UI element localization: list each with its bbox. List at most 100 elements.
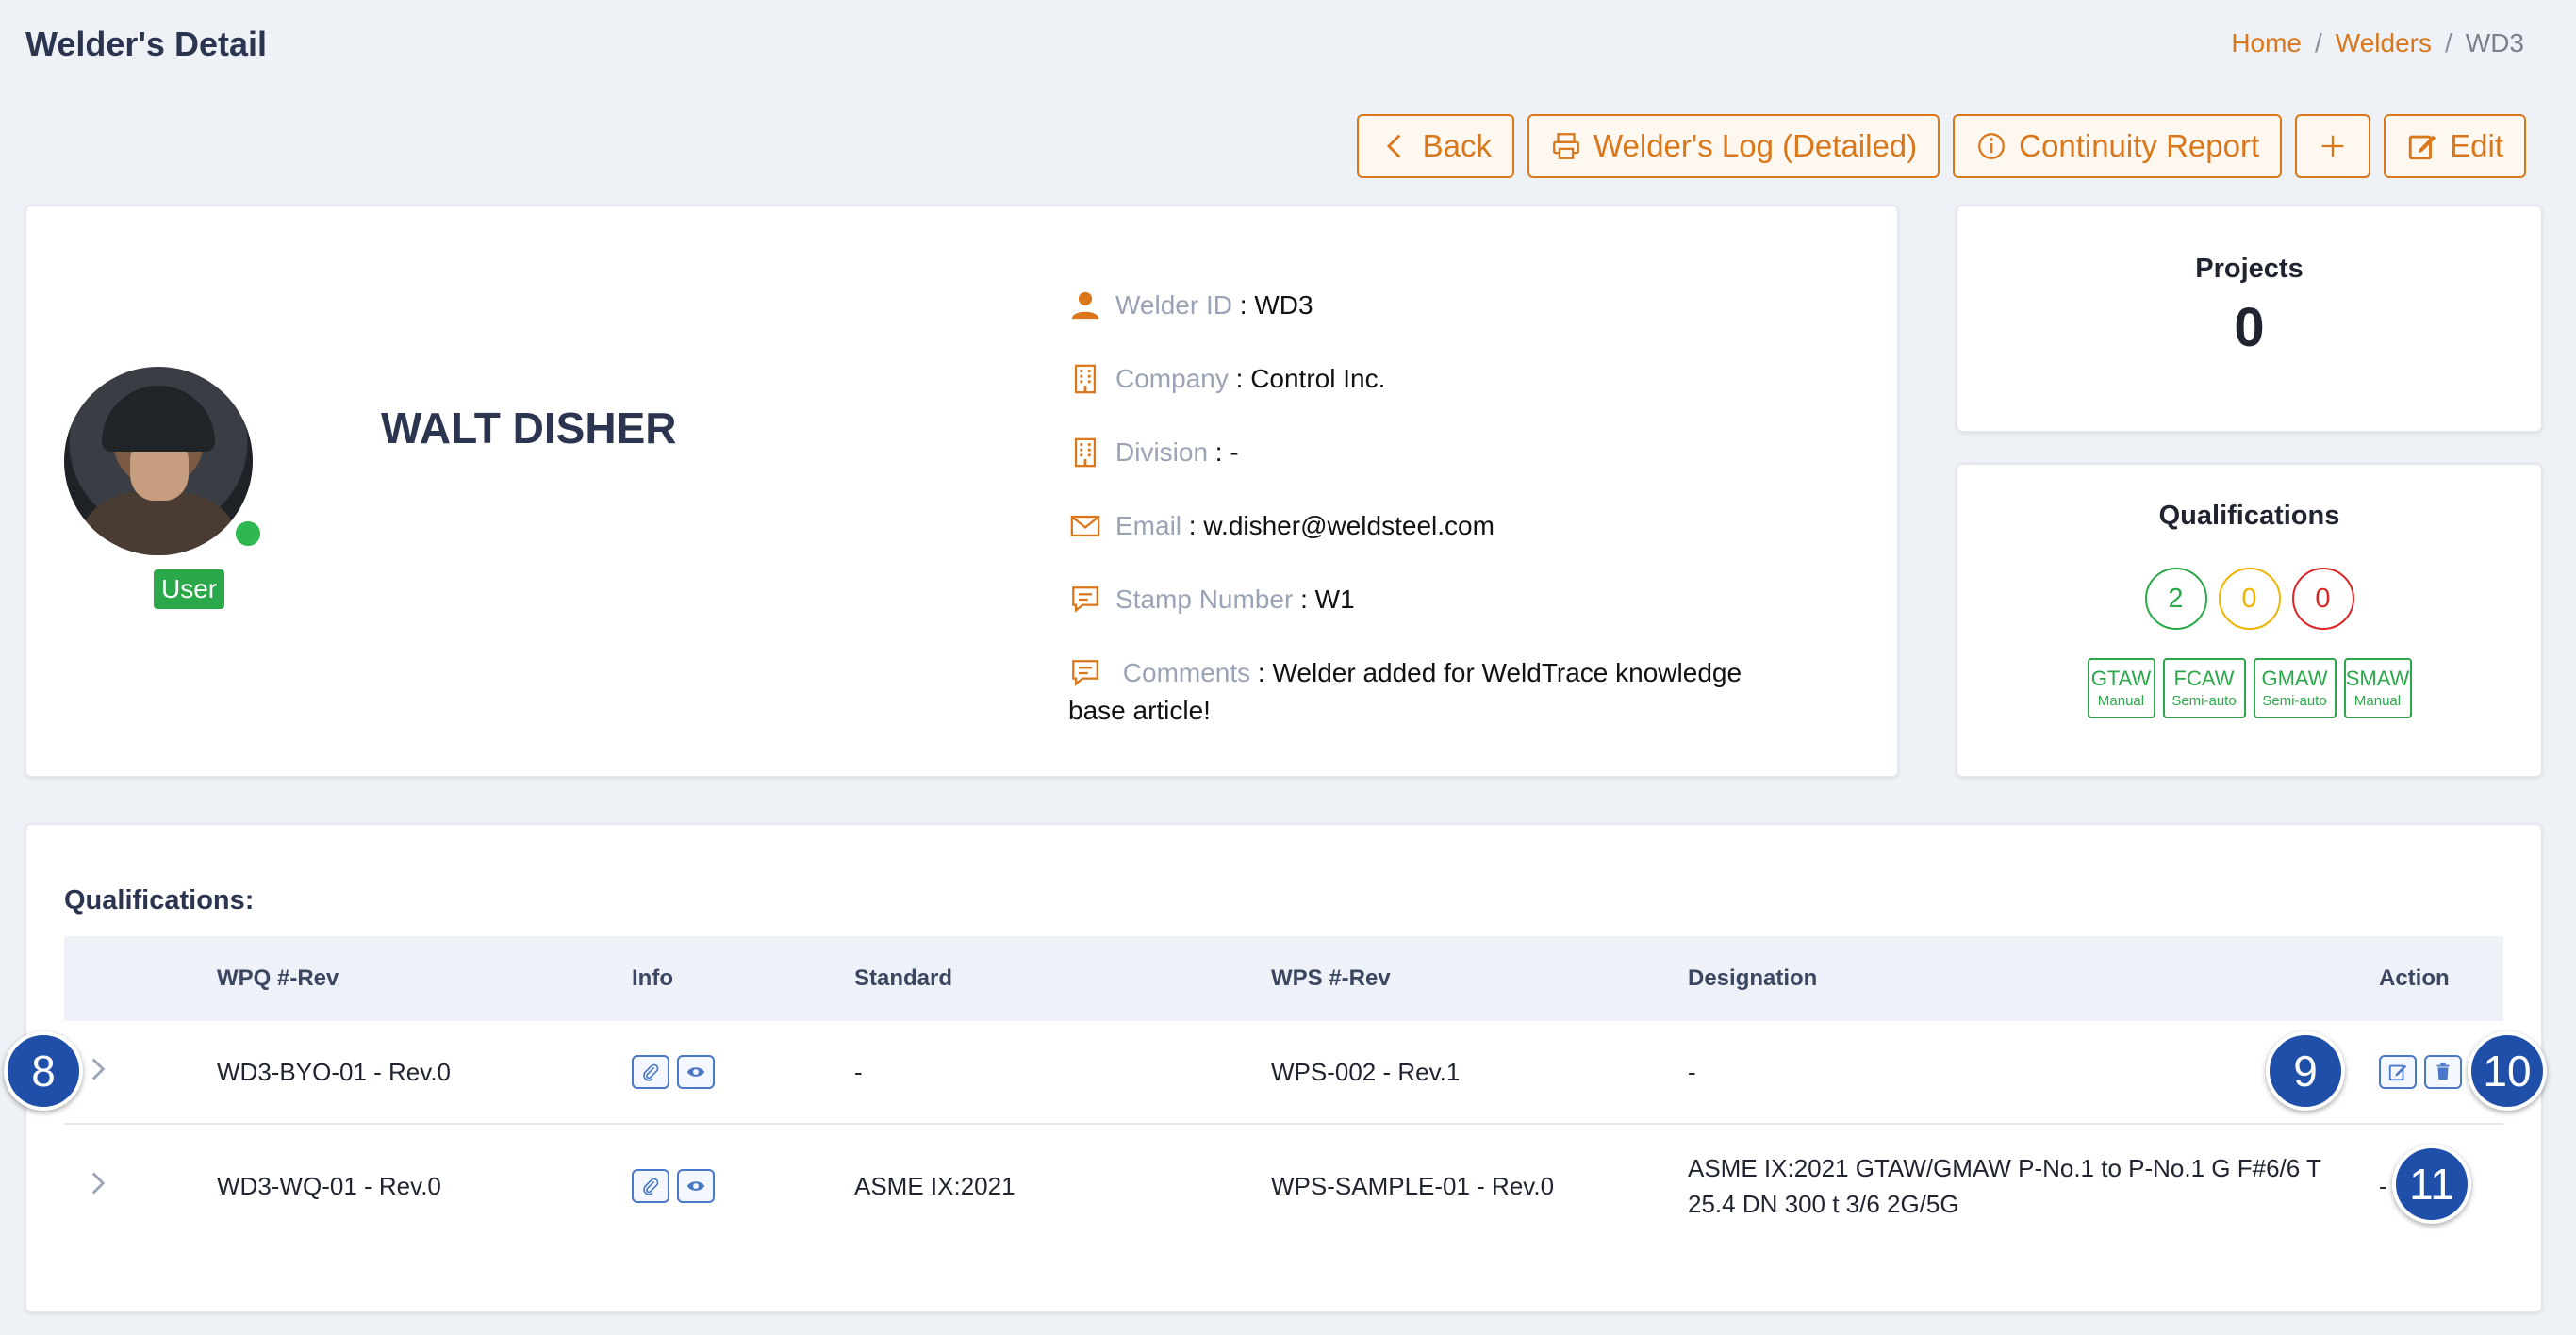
- building-icon: [1068, 360, 1102, 398]
- back-button-label: Back: [1422, 128, 1492, 163]
- info-welder-id: Welder ID : WD3: [1068, 287, 1785, 324]
- qualifications-table-card: Qualifications: WPQ #-Rev Info Standard …: [25, 824, 2542, 1312]
- view-button[interactable]: [677, 1169, 715, 1203]
- continuity-report-button[interactable]: Continuity Report: [1953, 114, 2283, 178]
- continuity-report-button-label: Continuity Report: [2019, 128, 2260, 163]
- email-label: Email: [1115, 511, 1182, 540]
- column-header-action: Action: [2379, 965, 2450, 991]
- info-cell: [632, 1055, 715, 1089]
- view-button[interactable]: [677, 1055, 715, 1089]
- expand-row-chevron-icon[interactable]: [89, 1170, 107, 1203]
- process-name: GTAW: [2090, 667, 2152, 690]
- action-cell: [2379, 1055, 2462, 1089]
- process-tag: GTAW Manual: [2087, 658, 2155, 718]
- separator: :: [1293, 585, 1315, 614]
- edit-button[interactable]: Edit: [2384, 114, 2526, 178]
- process-tags: GTAW Manual FCAW Semi-auto GMAW Semi-aut…: [1957, 658, 2541, 718]
- avatar: [64, 367, 253, 555]
- edit-row-button[interactable]: [2379, 1055, 2417, 1089]
- column-header-wpq[interactable]: WPQ #-Rev: [217, 965, 339, 992]
- back-button[interactable]: Back: [1356, 114, 1514, 178]
- annotation-marker: 10: [2468, 1031, 2547, 1111]
- eye-icon: [686, 1181, 705, 1191]
- process-tag: SMAW Manual: [2343, 658, 2412, 718]
- qualifications-title: Qualifications: [2158, 501, 2340, 531]
- wpq-cell[interactable]: WD3-WQ-01 - Rev.0: [217, 1172, 441, 1201]
- info-division: Division : -: [1068, 434, 1785, 471]
- separator: :: [1250, 658, 1273, 687]
- comment-icon: [1068, 654, 1102, 692]
- plus-icon: [2321, 135, 2344, 157]
- separator: :: [1231, 290, 1255, 320]
- chevron-left-icon: [1386, 134, 1400, 158]
- breadcrumb-separator: /: [2315, 28, 2322, 58]
- attachment-button[interactable]: [632, 1055, 669, 1089]
- annotation-marker: 9: [2266, 1031, 2345, 1111]
- column-header-wps[interactable]: WPS #-Rev: [1271, 965, 1391, 992]
- breadcrumb-home[interactable]: Home: [2231, 28, 2302, 58]
- welder-info-list: Welder ID : WD3 Company : Control Inc. D…: [1068, 287, 1785, 730]
- add-button[interactable]: [2295, 114, 2371, 178]
- wps-cell[interactable]: WPS-SAMPLE-01 - Rev.0: [1271, 1172, 1554, 1201]
- welders-log-button-label: Welder's Log (Detailed): [1593, 128, 1918, 163]
- annotation-marker: 11: [2392, 1145, 2471, 1224]
- page-title: Welder's Detail: [25, 25, 267, 63]
- info-company: Company : Control Inc.: [1068, 360, 1785, 398]
- division-value: -: [1230, 437, 1239, 467]
- welder-id-label: Welder ID: [1115, 290, 1232, 320]
- stamp-number-value: W1: [1314, 585, 1355, 614]
- paperclip-icon: [643, 1178, 659, 1195]
- role-badge: User: [154, 569, 225, 609]
- designation-cell: ASME IX:2021 GTAW/GMAW P-No.1 to P-No.1 …: [1688, 1154, 2321, 1218]
- info-comments: Comments : Welder added for WeldTrace kn…: [1068, 654, 1785, 730]
- building-icon: [1068, 434, 1102, 471]
- expand-row-chevron-icon[interactable]: [89, 1056, 107, 1089]
- comment-icon: [1068, 581, 1102, 618]
- process-mode: Semi-auto: [2171, 693, 2237, 709]
- company-value: Control Inc.: [1250, 364, 1386, 393]
- attachment-button[interactable]: [632, 1169, 669, 1203]
- active-count-badge: 2: [2144, 568, 2207, 630]
- process-mode: Semi-auto: [2262, 693, 2327, 709]
- delete-row-button[interactable]: [2424, 1055, 2462, 1089]
- annotation-marker: 8: [4, 1031, 83, 1111]
- stamp-number-label: Stamp Number: [1115, 585, 1294, 614]
- welders-log-button[interactable]: Welder's Log (Detailed): [1527, 114, 1940, 178]
- qualifications-summary-card: Qualifications 2 0 0 GTAW Manual FCAW Se…: [1957, 464, 2542, 777]
- column-header-standard[interactable]: Standard: [854, 965, 952, 992]
- welder-id-value: WD3: [1254, 290, 1313, 320]
- column-header-info: Info: [632, 965, 673, 991]
- edit-icon: [2388, 1064, 2407, 1081]
- trash-icon: [2436, 1063, 2450, 1080]
- action-cell: -: [2379, 1171, 2387, 1200]
- breadcrumb-current: WD3: [2465, 28, 2524, 58]
- paperclip-icon: [643, 1063, 659, 1081]
- projects-title: Projects: [2195, 254, 2304, 284]
- standard-cell: -: [854, 1057, 863, 1086]
- expired-count-badge: 0: [2291, 568, 2354, 630]
- table-header: WPQ #-Rev Info Standard WPS #-Rev Design…: [64, 936, 2503, 1021]
- separator: :: [1181, 511, 1204, 540]
- breadcrumb-welders[interactable]: Welders: [2336, 28, 2432, 58]
- breadcrumb-separator: /: [2444, 28, 2452, 58]
- info-stamp-number: Stamp Number : W1: [1068, 581, 1785, 618]
- process-tag: FCAW Semi-auto: [2162, 658, 2246, 718]
- table-row: WD3-WQ-01 - Rev.0 ASME IX:2021 WPS-SAMPL…: [64, 1125, 2503, 1247]
- wps-cell[interactable]: WPS-002 - Rev.1: [1271, 1058, 1460, 1087]
- edit-icon: [2408, 135, 2436, 160]
- separator: :: [1208, 437, 1230, 467]
- welder-profile-card: User WALT DISHER Welder ID : WD3 Company…: [25, 206, 1898, 777]
- process-name: FCAW: [2173, 667, 2235, 690]
- welder-name: WALT DISHER: [381, 404, 677, 453]
- online-status-indicator: [232, 518, 264, 550]
- qualifications-table: WPQ #-Rev Info Standard WPS #-Rev Design…: [64, 936, 2503, 1247]
- process-name: SMAW: [2345, 667, 2410, 690]
- wpq-cell[interactable]: WD3-BYO-01 - Rev.0: [217, 1058, 451, 1087]
- process-mode: Manual: [2097, 693, 2145, 709]
- process-tag: GMAW Semi-auto: [2253, 658, 2337, 718]
- email-value[interactable]: w.disher@weldsteel.com: [1203, 511, 1494, 540]
- edit-button-label: Edit: [2450, 128, 2503, 163]
- company-label: Company: [1115, 364, 1229, 393]
- eye-icon: [686, 1067, 705, 1077]
- column-header-designation[interactable]: Designation: [1688, 961, 2367, 997]
